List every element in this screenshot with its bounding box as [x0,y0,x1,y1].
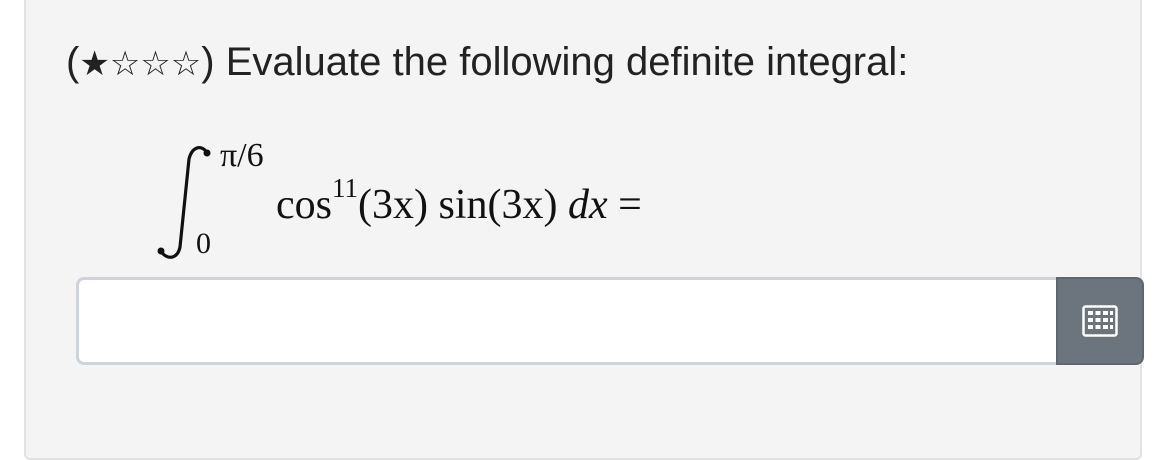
question-card: (★☆☆☆) Evaluate the following definite i… [24,0,1144,460]
lower-limit: 0 [196,227,211,260]
star-filled-icon: ★ [79,44,110,84]
integral-expression: π/6 0 cos11(3x) sin(3x) dx = [156,135,796,265]
arg-2: (3x) [487,182,558,228]
keypad-icon [1082,305,1118,337]
differential: dx [567,182,608,228]
question-prompt: (★☆☆☆) Evaluate the following definite i… [66,36,908,90]
star-empty-icon: ☆ [140,44,171,84]
keypad-button[interactable] [1056,277,1144,365]
func-cos: cos [276,182,332,228]
integrand: cos11(3x) sin(3x) dx = [276,173,642,229]
func-sin: sin [438,182,488,228]
arg-1: (3x) [358,182,428,228]
star-empty-icon: ☆ [170,44,202,84]
upper-limit: π/6 [220,137,264,174]
close-paren: ) [201,40,215,84]
answer-input[interactable] [76,277,1058,365]
answer-row [76,277,1144,365]
star-empty-icon: ☆ [109,44,141,84]
question-text: Evaluate the following definite integral… [225,40,909,84]
equals-sign: = [618,182,642,228]
open-paren: ( [66,40,80,84]
exponent: 11 [332,173,358,203]
